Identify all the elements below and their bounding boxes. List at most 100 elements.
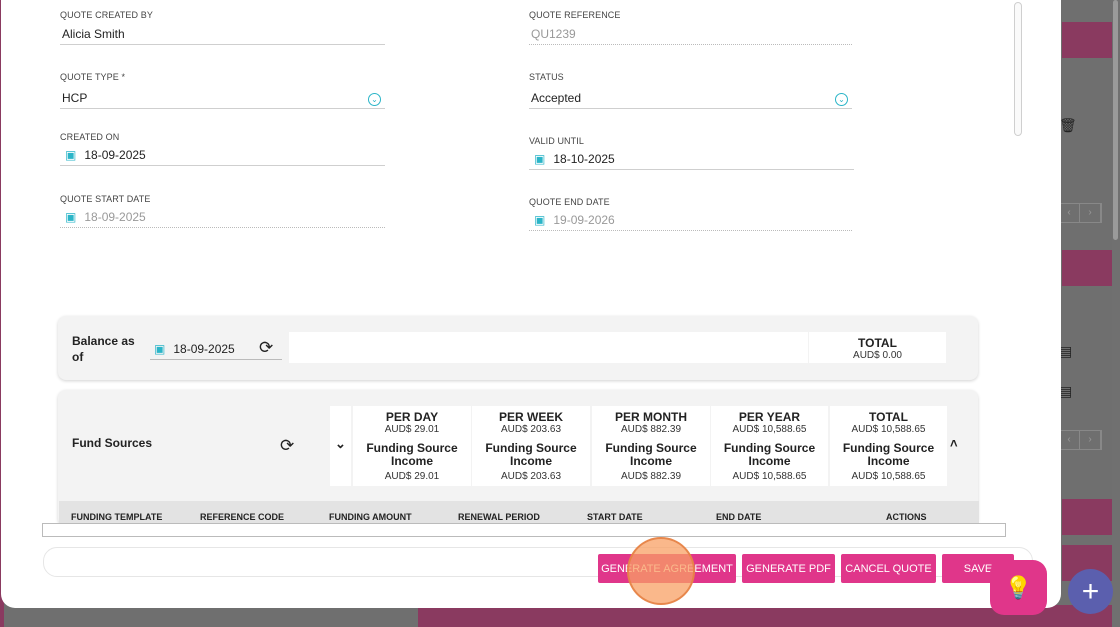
column-header: START DATE bbox=[587, 512, 643, 522]
column-header: FUNDING AMOUNT bbox=[329, 512, 412, 522]
quote-created-by-value: Alicia Smith bbox=[60, 23, 385, 45]
quote-end-date-field[interactable]: QUOTE END DATE ▣ 19-09-2026 bbox=[529, 197, 852, 231]
expand-toggle[interactable]: ⌄ bbox=[330, 406, 351, 486]
source-income: AUD$ 29.01 bbox=[384, 471, 440, 482]
fund-column-per-month: PER MONTH AUD$ 882.39 Funding Source Inc… bbox=[592, 406, 710, 486]
source-name: Funding Source Income bbox=[366, 441, 458, 468]
background-header-bar bbox=[1062, 250, 1112, 286]
cancel-quote-button[interactable]: CANCEL QUOTE bbox=[841, 554, 936, 583]
column-title: PER MONTH bbox=[615, 410, 687, 424]
add-icon[interactable]: + bbox=[1068, 569, 1113, 614]
balance-total-box: TOTAL AUD$ 0.00 bbox=[809, 332, 946, 363]
background-header-bar bbox=[1062, 499, 1112, 535]
field-value: Alicia Smith bbox=[62, 26, 125, 41]
calendar-icon[interactable]: ▣ bbox=[65, 148, 76, 162]
field-label: CREATED ON bbox=[60, 132, 120, 142]
source-income: AUD$ 10,588.65 bbox=[732, 471, 807, 482]
calendar-icon[interactable]: ▣ bbox=[534, 152, 545, 166]
quote-modal: QUOTE CREATED BY Alicia Smith QUOTE TYPE… bbox=[1, 0, 1061, 608]
field-label: QUOTE START DATE bbox=[60, 194, 151, 204]
column-title: PER YEAR bbox=[738, 410, 801, 424]
balance-total-value: AUD$ 0.00 bbox=[853, 350, 902, 361]
column-value: AUD$ 882.39 bbox=[620, 424, 682, 435]
quote-type-field[interactable]: QUOTE TYPE * HCP ⌄ bbox=[60, 72, 385, 109]
status-field[interactable]: STATUS Accepted ⌄ bbox=[529, 72, 852, 109]
fund-column-per-year: PER YEAR AUD$ 10,588.65 Funding Source I… bbox=[711, 406, 828, 486]
source-name: Funding Source Income bbox=[605, 441, 697, 468]
chevron-down-icon[interactable]: ⌄ bbox=[330, 436, 351, 452]
valid-until-field[interactable]: VALID UNTIL ▣ 18-10-2025 bbox=[529, 136, 854, 170]
quote-type-select[interactable]: HCP ⌄ bbox=[60, 87, 385, 109]
field-label: QUOTE TYPE * bbox=[60, 72, 126, 82]
generate-pdf-button[interactable]: GENERATE PDF bbox=[742, 554, 835, 583]
source-name: Funding Source Income bbox=[723, 441, 816, 468]
field-value: HCP bbox=[62, 90, 88, 105]
chevron-up-icon[interactable]: ˄ bbox=[950, 436, 958, 451]
status-select[interactable]: Accepted ⌄ bbox=[529, 87, 852, 109]
source-income: AUD$ 882.39 bbox=[620, 471, 682, 482]
quote-created-by-field: QUOTE CREATED BY Alicia Smith bbox=[60, 10, 385, 45]
quote-start-date-input[interactable]: ▣ 18-09-2025 bbox=[60, 206, 385, 228]
page-scrollbar-thumb[interactable] bbox=[1113, 0, 1118, 240]
created-on-input[interactable]: ▣ 18-09-2025 bbox=[60, 144, 385, 166]
source-name: Funding Source Income bbox=[842, 441, 935, 468]
fund-column-per-week: PER WEEK AUD$ 203.63 Funding Source Inco… bbox=[472, 406, 590, 486]
field-label: VALID UNTIL bbox=[529, 136, 584, 146]
refresh-icon[interactable]: ⟳ bbox=[259, 338, 273, 358]
balance-card: Balance as of ▣ 18-09-2025 ⟳ TOTAL AUD$ … bbox=[58, 316, 978, 380]
quote-reference-field: QUOTE REFERENCE QU1239 bbox=[529, 10, 852, 45]
column-title: PER WEEK bbox=[498, 410, 563, 424]
chevron-down-icon[interactable]: ⌄ bbox=[835, 93, 848, 106]
field-label: QUOTE REFERENCE bbox=[529, 10, 621, 20]
field-label: QUOTE CREATED BY bbox=[60, 10, 153, 20]
background-header-bar bbox=[1062, 22, 1112, 58]
column-value: AUD$ 29.01 bbox=[384, 424, 440, 435]
created-on-field[interactable]: CREATED ON ▣ 18-09-2025 bbox=[60, 132, 385, 166]
source-income: AUD$ 10,588.65 bbox=[851, 471, 926, 482]
source-income: AUD$ 203.63 bbox=[500, 471, 562, 482]
field-value: 18-09-2025 bbox=[84, 147, 146, 162]
lightbulb-icon[interactable]: 💡 bbox=[990, 560, 1047, 615]
field-value: Accepted bbox=[531, 90, 582, 105]
column-value: AUD$ 10,588.65 bbox=[732, 424, 807, 435]
field-value: 18-09-2025 bbox=[84, 209, 146, 224]
field-value: QU1239 bbox=[531, 26, 576, 41]
balance-date-value: 18-09-2025 bbox=[173, 341, 235, 356]
balance-details-box bbox=[289, 332, 808, 363]
calendar-icon[interactable]: ▣ bbox=[534, 213, 545, 227]
pager: ‹ › bbox=[1058, 203, 1102, 223]
field-value: 19-09-2026 bbox=[553, 212, 615, 227]
valid-until-input[interactable]: ▣ 18-10-2025 bbox=[529, 148, 854, 170]
chevron-down-icon[interactable]: ⌄ bbox=[368, 93, 381, 106]
column-value: AUD$ 203.63 bbox=[500, 424, 562, 435]
column-title: TOTAL bbox=[869, 410, 908, 424]
click-indicator bbox=[627, 537, 695, 605]
balance-total-title: TOTAL bbox=[858, 336, 897, 350]
column-header: REFERENCE CODE bbox=[200, 512, 285, 522]
column-header: ACTIONS bbox=[886, 512, 927, 522]
column-title: PER DAY bbox=[385, 410, 439, 424]
pager: ‹ › bbox=[1058, 430, 1102, 450]
quote-reference-value: QU1239 bbox=[529, 23, 852, 45]
calendar-icon[interactable]: ▣ bbox=[65, 210, 76, 224]
field-label: QUOTE END DATE bbox=[529, 197, 610, 207]
field-value: 18-10-2025 bbox=[553, 151, 615, 166]
refresh-icon[interactable]: ⟳ bbox=[280, 436, 294, 456]
fund-sources-label: Fund Sources bbox=[72, 436, 153, 450]
trash-icon: 🗑 bbox=[1059, 117, 1077, 133]
funding-table-header: FUNDING TEMPLATE REFERENCE CODE FUNDING … bbox=[59, 501, 979, 523]
column-value: AUD$ 10,588.65 bbox=[851, 424, 926, 435]
table-horizontal-scrollbar[interactable] bbox=[42, 523, 1006, 537]
column-header: FUNDING TEMPLATE bbox=[71, 512, 163, 522]
source-name: Funding Source Income bbox=[485, 441, 577, 468]
fund-column-per-day: PER DAY AUD$ 29.01 Funding Source Income… bbox=[353, 406, 471, 486]
modal-scrollbar[interactable] bbox=[1014, 2, 1022, 136]
quote-end-date-input[interactable]: ▣ 19-09-2026 bbox=[529, 209, 852, 231]
column-header: RENEWAL PERIOD bbox=[458, 512, 540, 522]
calendar-icon[interactable]: ▣ bbox=[154, 342, 165, 356]
column-header: END DATE bbox=[716, 512, 762, 522]
quote-start-date-field[interactable]: QUOTE START DATE ▣ 18-09-2025 bbox=[60, 194, 385, 228]
fund-column-total: TOTAL AUD$ 10,588.65 Funding Source Inco… bbox=[830, 406, 947, 486]
field-label: STATUS bbox=[529, 72, 564, 82]
balance-label: Balance as of bbox=[72, 334, 135, 364]
